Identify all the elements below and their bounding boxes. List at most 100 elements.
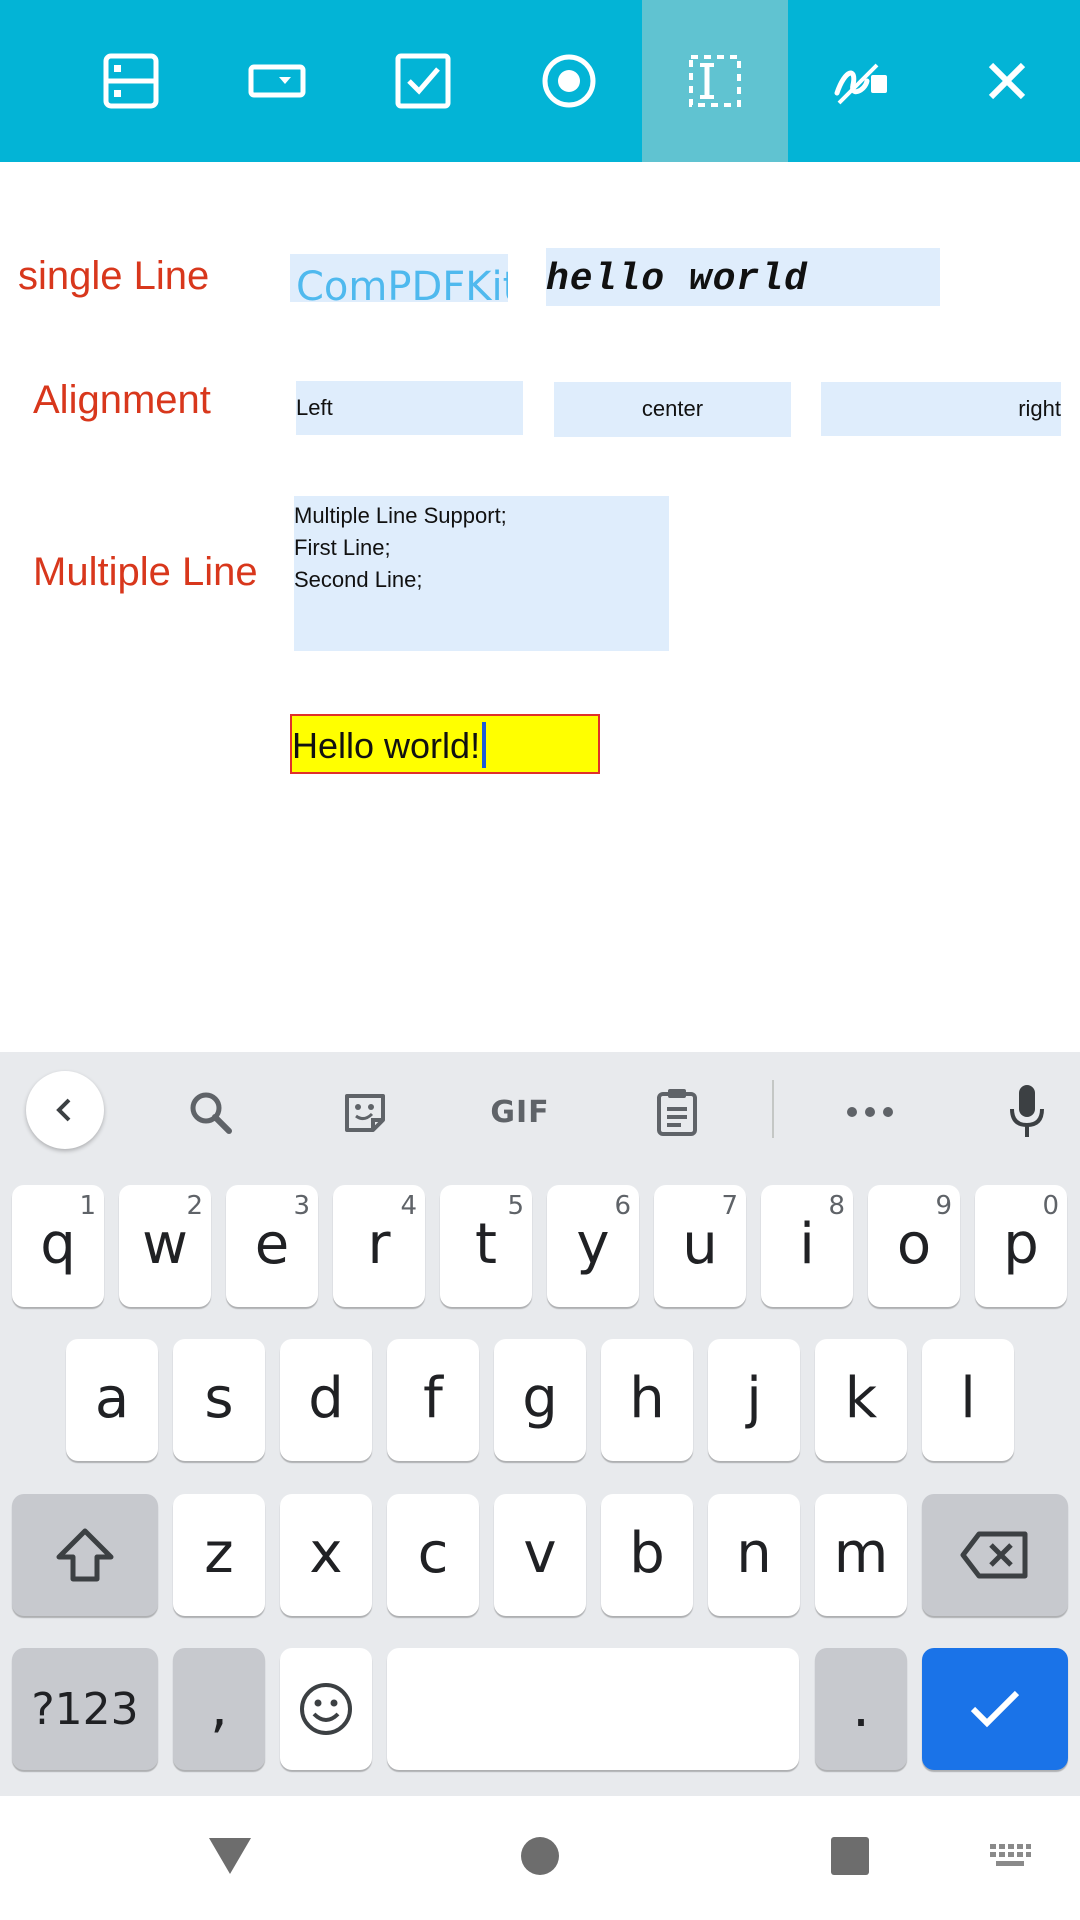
radio-button-icon (542, 54, 596, 108)
toolbar-divider (772, 1080, 774, 1138)
key-label: z (204, 1520, 234, 1586)
key-y[interactable]: y6 (547, 1185, 639, 1307)
space-key[interactable] (387, 1648, 799, 1770)
key-v[interactable]: v (494, 1494, 586, 1616)
key-hint: 0 (1042, 1191, 1059, 1221)
nav-home-button[interactable] (510, 1826, 570, 1886)
key-label: s (204, 1365, 234, 1431)
key-c[interactable]: c (387, 1494, 479, 1616)
key-label: v (523, 1520, 557, 1586)
symbols-key[interactable]: ?123 (12, 1648, 158, 1770)
key-w[interactable]: w2 (119, 1185, 211, 1307)
key-hint: 5 (507, 1191, 524, 1221)
key-d[interactable]: d (280, 1339, 372, 1461)
key-z[interactable]: z (173, 1494, 265, 1616)
key-label: g (522, 1365, 558, 1431)
right-aligned-text-field[interactable]: right (821, 382, 1061, 436)
key-label: p (1003, 1211, 1039, 1277)
key-hint: 3 (293, 1191, 310, 1221)
key-hint: 4 (400, 1191, 417, 1221)
left-aligned-text-field[interactable]: Left (296, 381, 523, 435)
emoji-icon (300, 1683, 352, 1735)
multiple-line-label: Multiple Line (33, 550, 258, 594)
microphone-icon (1010, 1085, 1044, 1137)
key-label: b (629, 1520, 665, 1586)
key-h[interactable]: h (601, 1339, 693, 1461)
keyboard-more-button[interactable] (840, 1082, 900, 1142)
keyboard-switch-icon (990, 1844, 1031, 1866)
key-a[interactable]: a (66, 1339, 158, 1461)
clipboard-icon (657, 1089, 697, 1136)
key-x[interactable]: x (280, 1494, 372, 1616)
nav-keyboard-switch-button[interactable] (980, 1832, 1040, 1882)
key-label: l (960, 1365, 976, 1431)
key-s[interactable]: s (173, 1339, 265, 1461)
key-label: q (40, 1211, 76, 1277)
search-icon (190, 1092, 232, 1134)
combo-box-tool[interactable] (204, 0, 350, 162)
comma-key[interactable]: , (173, 1648, 265, 1770)
checkbox-icon (395, 53, 451, 109)
key-m[interactable]: m (815, 1494, 907, 1616)
key-hint: 1 (79, 1191, 96, 1221)
compdfkit-text-field[interactable]: ComPDFKit (290, 254, 508, 302)
sticker-icon (345, 1094, 385, 1132)
active-text-field[interactable]: Hello world! (290, 714, 600, 774)
enter-key[interactable] (922, 1648, 1068, 1770)
text-field-tool[interactable] (642, 0, 788, 162)
key-label: ?123 (31, 1683, 139, 1735)
keyboard-gif-button[interactable]: GIF (480, 1082, 560, 1142)
key-label: w (142, 1211, 188, 1277)
active-text-value: Hello world! (292, 725, 481, 766)
key-k[interactable]: k (815, 1339, 907, 1461)
key-label: n (736, 1520, 772, 1586)
key-label: , (210, 1674, 228, 1740)
key-label: k (844, 1365, 878, 1431)
key-hint: 8 (828, 1191, 845, 1221)
keyboard-sticker-button[interactable] (335, 1082, 395, 1142)
list-box-tool[interactable] (58, 0, 204, 162)
key-o[interactable]: o9 (868, 1185, 960, 1307)
checkmark-icon (970, 1690, 1020, 1728)
keyboard-suggestion-bar: GIF (0, 1052, 1080, 1172)
shift-key[interactable] (12, 1494, 158, 1616)
key-e[interactable]: e3 (226, 1185, 318, 1307)
backspace-key[interactable] (922, 1494, 1068, 1616)
key-u[interactable]: u7 (654, 1185, 746, 1307)
keyboard-clipboard-button[interactable] (647, 1082, 707, 1142)
key-n[interactable]: n (708, 1494, 800, 1616)
hello-world-text-field[interactable]: hello world (546, 248, 940, 306)
key-hint: 9 (935, 1191, 952, 1221)
radio-button-tool[interactable] (496, 0, 642, 162)
key-g[interactable]: g (494, 1339, 586, 1461)
key-l[interactable]: l (922, 1339, 1014, 1461)
checkbox-tool[interactable] (350, 0, 496, 162)
key-t[interactable]: t5 (440, 1185, 532, 1307)
period-key[interactable]: . (815, 1648, 907, 1770)
signature-icon (834, 63, 887, 105)
single-line-label: single Line (18, 254, 210, 298)
key-label: i (799, 1211, 815, 1277)
keyboard-back-button[interactable] (26, 1071, 104, 1149)
key-label: h (629, 1365, 665, 1431)
key-hint: 6 (614, 1191, 631, 1221)
alignment-label: Alignment (33, 378, 211, 422)
keyboard-search-button[interactable] (180, 1082, 240, 1142)
center-aligned-text-field[interactable]: center (554, 382, 791, 437)
signature-tool[interactable] (788, 0, 934, 162)
close-tool[interactable] (934, 0, 1080, 162)
key-label: u (682, 1211, 718, 1277)
keyboard-voice-button[interactable] (997, 1080, 1057, 1142)
nav-back-button[interactable] (200, 1826, 260, 1886)
emoji-key[interactable] (280, 1648, 372, 1770)
key-j[interactable]: j (708, 1339, 800, 1461)
key-r[interactable]: r4 (333, 1185, 425, 1307)
backspace-icon (960, 1531, 1028, 1579)
nav-recents-button[interactable] (820, 1826, 880, 1886)
key-b[interactable]: b (601, 1494, 693, 1616)
multiline-text-field[interactable]: Multiple Line Support; First Line; Secon… (294, 496, 669, 651)
key-f[interactable]: f (387, 1339, 479, 1461)
key-i[interactable]: i8 (761, 1185, 853, 1307)
key-q[interactable]: q1 (12, 1185, 104, 1307)
key-p[interactable]: p0 (975, 1185, 1067, 1307)
